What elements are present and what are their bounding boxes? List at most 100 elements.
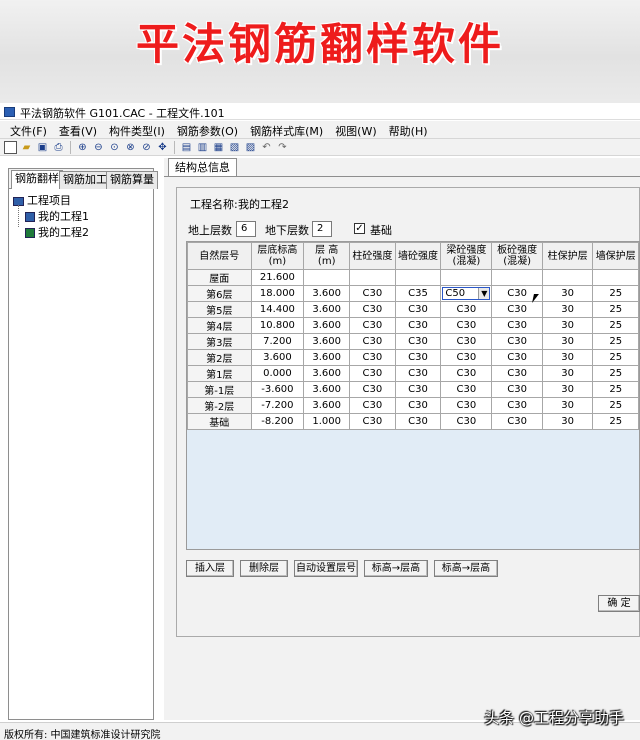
tree-item-project-1[interactable]: 我的工程1 bbox=[13, 209, 149, 225]
table-row[interactable]: 第3层 7.200 3.600 C30 C30 C30 C30 30 25 bbox=[187, 333, 639, 350]
floor-height-cell[interactable]: 3.600 bbox=[303, 381, 351, 398]
elevation-to-height-button[interactable]: 标高→层高 bbox=[364, 560, 428, 577]
column-cover-cell[interactable] bbox=[541, 269, 594, 286]
column-concrete-cell[interactable]: C30 bbox=[349, 413, 396, 430]
slab-concrete-cell[interactable]: C30 bbox=[491, 365, 543, 382]
zoom-fit-icon[interactable]: ⊙ bbox=[108, 141, 121, 154]
wall-cover-cell[interactable]: 25 bbox=[592, 365, 639, 382]
bottom-elevation-cell[interactable]: -7.200 bbox=[250, 397, 305, 414]
column-cover-cell[interactable]: 30 bbox=[541, 301, 594, 318]
redo-icon[interactable]: ↷ bbox=[276, 141, 289, 154]
floor-height-cell[interactable]: 3.600 bbox=[303, 317, 351, 334]
wall-concrete-cell[interactable]: C30 bbox=[394, 381, 442, 398]
menu-component-type[interactable]: 构件类型(I) bbox=[103, 121, 171, 139]
zoom-in-icon[interactable]: ⊕ bbox=[76, 141, 89, 154]
ok-button[interactable]: 确 定 bbox=[598, 595, 640, 612]
beam-concrete-cell[interactable]: C30 bbox=[440, 349, 493, 366]
open-folder-icon[interactable]: ▰ bbox=[20, 141, 33, 154]
menu-file[interactable]: 文件(F) bbox=[0, 121, 53, 139]
column-cover-cell[interactable]: 30 bbox=[541, 397, 594, 414]
wall-cover-cell[interactable]: 25 bbox=[592, 285, 639, 302]
bottom-elevation-cell[interactable]: -3.600 bbox=[250, 381, 305, 398]
floor-height-cell[interactable]: 3.600 bbox=[303, 365, 351, 382]
slab-concrete-cell[interactable]: C30 bbox=[491, 333, 543, 350]
wall-concrete-cell[interactable]: C30 bbox=[394, 397, 442, 414]
tab-rebar-detailing[interactable]: 钢筋翻样 bbox=[11, 170, 63, 189]
wall-concrete-cell[interactable]: C30 bbox=[394, 349, 442, 366]
wall-concrete-cell[interactable]: C30 bbox=[394, 365, 442, 382]
beam-concrete-cell[interactable]: C30 bbox=[440, 381, 493, 398]
column-concrete-cell[interactable]: C30 bbox=[349, 317, 396, 334]
table-row[interactable]: 第6层 18.000 3.600 C30 C35 C50 ▼ C30 30 25 bbox=[187, 285, 639, 302]
column-cover-cell[interactable]: 30 bbox=[541, 349, 594, 366]
floor-height-cell[interactable]: 3.600 bbox=[303, 285, 351, 302]
column-cover-cell[interactable]: 30 bbox=[541, 333, 594, 350]
wall-concrete-cell[interactable]: C30 bbox=[394, 317, 442, 334]
slab-concrete-cell[interactable]: C30 bbox=[491, 397, 543, 414]
delete-floor-button[interactable]: 删除层 bbox=[240, 560, 288, 577]
dropdown-arrow-icon[interactable]: ▼ bbox=[478, 288, 490, 299]
column-concrete-cell[interactable]: C30 bbox=[349, 365, 396, 382]
page-list-icon[interactable]: ▦ bbox=[212, 141, 225, 154]
column-cover-cell[interactable]: 30 bbox=[541, 381, 594, 398]
menu-window[interactable]: 视图(W) bbox=[329, 121, 382, 139]
floor-name-cell[interactable]: 第3层 bbox=[187, 333, 252, 350]
page-plus-icon[interactable]: ▥ bbox=[196, 141, 209, 154]
floor-name-cell[interactable]: 基础 bbox=[187, 413, 252, 430]
table-row[interactable]: 第2层 3.600 3.600 C30 C30 C30 C30 30 25 bbox=[187, 349, 639, 366]
column-cover-cell[interactable]: 30 bbox=[541, 317, 594, 334]
above-ground-floors-input[interactable]: 6 bbox=[236, 221, 256, 237]
slab-concrete-cell[interactable]: C30 bbox=[491, 317, 543, 334]
wall-cover-cell[interactable]: 25 bbox=[592, 397, 639, 414]
floor-name-cell[interactable]: 第-1层 bbox=[187, 381, 252, 398]
slab-concrete-cell[interactable]: C30 bbox=[491, 349, 543, 366]
wall-cover-cell[interactable] bbox=[592, 269, 639, 286]
column-concrete-cell[interactable] bbox=[349, 269, 396, 286]
beam-concrete-dropdown[interactable]: C50 ▼ bbox=[442, 287, 491, 300]
column-concrete-cell[interactable]: C30 bbox=[349, 285, 396, 302]
menu-rebar-params[interactable]: 钢筋参数(O) bbox=[171, 121, 244, 139]
floor-name-cell[interactable]: 第-2层 bbox=[187, 397, 252, 414]
menu-help[interactable]: 帮助(H) bbox=[383, 121, 434, 139]
floor-height-cell[interactable]: 3.600 bbox=[303, 333, 351, 350]
beam-concrete-cell[interactable] bbox=[440, 269, 493, 286]
wall-cover-cell[interactable]: 25 bbox=[592, 349, 639, 366]
beam-concrete-cell[interactable]: C30 bbox=[440, 333, 493, 350]
beam-concrete-cell[interactable]: C30 bbox=[440, 317, 493, 334]
undo-icon[interactable]: ↶ bbox=[260, 141, 273, 154]
zoom-out-icon[interactable]: ⊖ bbox=[92, 141, 105, 154]
wall-cover-cell[interactable]: 25 bbox=[592, 301, 639, 318]
page-export-icon[interactable]: ▨ bbox=[244, 141, 257, 154]
column-cover-cell[interactable]: 30 bbox=[541, 285, 594, 302]
height-to-elevation-button[interactable]: 标高→层高 bbox=[434, 560, 498, 577]
slab-concrete-cell[interactable] bbox=[491, 269, 543, 286]
table-row[interactable]: 基础 -8.200 1.000 C30 C30 C30 C30 30 25 bbox=[187, 413, 639, 430]
table-row[interactable]: 第5层 14.400 3.600 C30 C30 C30 C30 30 25 bbox=[187, 301, 639, 318]
print-icon[interactable]: ⎙ bbox=[52, 141, 65, 154]
floor-name-cell[interactable]: 屋面 bbox=[187, 269, 252, 286]
beam-concrete-cell[interactable]: C30 bbox=[440, 413, 493, 430]
column-concrete-cell[interactable]: C30 bbox=[349, 301, 396, 318]
zoom-window-icon[interactable]: ⊗ bbox=[124, 141, 137, 154]
bottom-elevation-cell[interactable]: 10.800 bbox=[250, 317, 305, 334]
column-concrete-cell[interactable]: C30 bbox=[349, 381, 396, 398]
page-icon[interactable]: ▤ bbox=[180, 141, 193, 154]
column-cover-cell[interactable]: 30 bbox=[541, 365, 594, 382]
floor-height-cell[interactable]: 3.600 bbox=[303, 397, 351, 414]
table-row[interactable]: 第4层 10.800 3.600 C30 C30 C30 C30 30 25 bbox=[187, 317, 639, 334]
tab-rebar-quantity[interactable]: 钢筋算量 bbox=[106, 171, 158, 189]
tab-rebar-processing[interactable]: 钢筋加工 bbox=[59, 171, 111, 189]
wall-concrete-cell[interactable]: C35 bbox=[394, 285, 442, 302]
floor-name-cell[interactable]: 第5层 bbox=[187, 301, 252, 318]
page-edit-icon[interactable]: ▧ bbox=[228, 141, 241, 154]
tree-item-project-2[interactable]: 我的工程2 bbox=[13, 225, 149, 241]
floor-height-cell[interactable]: 1.000 bbox=[303, 413, 351, 430]
bottom-elevation-cell[interactable]: 0.000 bbox=[250, 365, 305, 382]
tree-root[interactable]: 工程项目 bbox=[13, 193, 149, 209]
foundation-checkbox[interactable]: ✓ bbox=[354, 223, 365, 234]
floor-name-cell[interactable]: 第2层 bbox=[187, 349, 252, 366]
table-row[interactable]: 屋面 21.600 bbox=[187, 269, 639, 286]
save-icon[interactable]: ▣ bbox=[36, 141, 49, 154]
floor-height-cell[interactable] bbox=[303, 269, 351, 286]
zoom-previous-icon[interactable]: ⊘ bbox=[140, 141, 153, 154]
